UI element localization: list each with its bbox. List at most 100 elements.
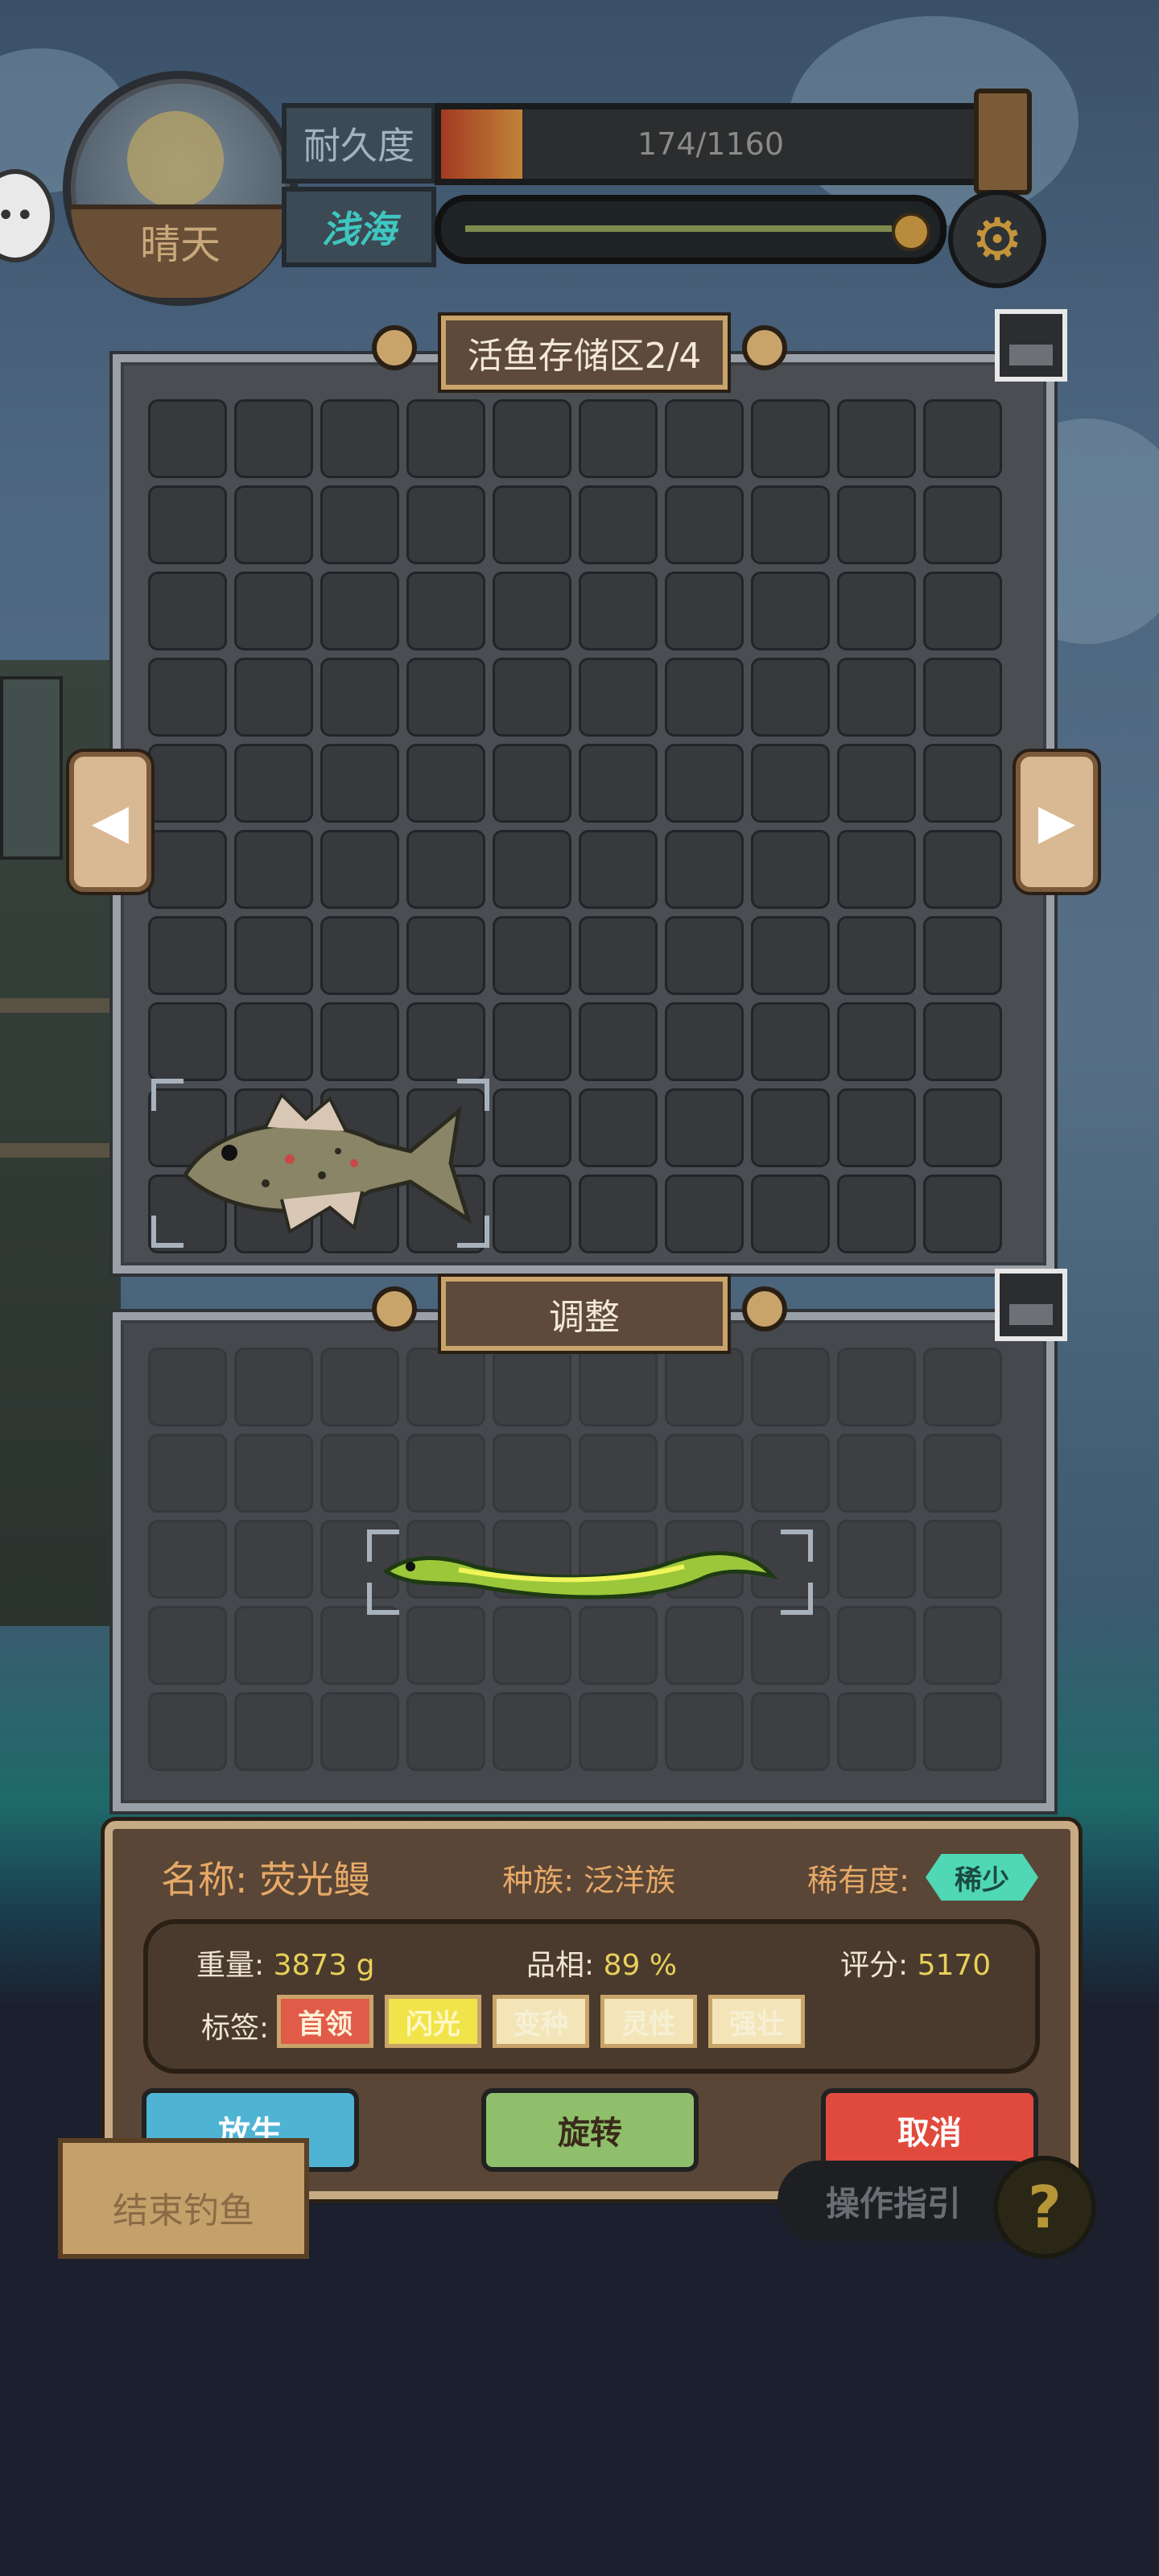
storage-cell[interactable]: [148, 399, 227, 478]
storage-cell[interactable]: [493, 485, 571, 564]
storage-cell[interactable]: [320, 658, 399, 737]
storage-cell[interactable]: [406, 830, 485, 909]
adjust-cell[interactable]: [320, 1434, 399, 1513]
adjust-cell[interactable]: [837, 1434, 916, 1513]
adjust-cell[interactable]: [234, 1434, 313, 1513]
storage-cell[interactable]: [751, 916, 830, 995]
storage-cell[interactable]: [751, 658, 830, 737]
adjust-cell[interactable]: [751, 1348, 830, 1426]
storage-cell[interactable]: [751, 572, 830, 650]
storage-cell[interactable]: [493, 1088, 571, 1167]
adjust-cell[interactable]: [665, 1606, 744, 1685]
storage-cell[interactable]: [837, 485, 916, 564]
storage-cell[interactable]: [837, 572, 916, 650]
storage-cell[interactable]: [837, 1088, 916, 1167]
storage-cell[interactable]: [751, 830, 830, 909]
adjust-cell[interactable]: [406, 1434, 485, 1513]
storage-cell[interactable]: [751, 1002, 830, 1081]
storage-cell[interactable]: [579, 830, 658, 909]
storage-cell[interactable]: [320, 1002, 399, 1081]
storage-cell[interactable]: [579, 572, 658, 650]
storage-cell[interactable]: [234, 830, 313, 909]
storage-cell[interactable]: [493, 572, 571, 650]
adjust-cell[interactable]: [579, 1348, 658, 1426]
storage-cell[interactable]: [579, 1174, 658, 1253]
cancel-button[interactable]: 取消: [821, 2088, 1038, 2172]
storage-cell[interactable]: [665, 744, 744, 823]
adjust-cell[interactable]: [751, 1692, 830, 1771]
storage-cell[interactable]: [234, 572, 313, 650]
adjust-cell[interactable]: [923, 1692, 1002, 1771]
storage-cell[interactable]: [923, 1174, 1002, 1253]
adjust-cell[interactable]: [148, 1692, 227, 1771]
adjust-cell[interactable]: [493, 1606, 571, 1685]
storage-cell[interactable]: [406, 744, 485, 823]
storage-cell[interactable]: [148, 658, 227, 737]
storage-cell[interactable]: [579, 658, 658, 737]
adjust-cell[interactable]: [751, 1606, 830, 1685]
storage-cell[interactable]: [923, 485, 1002, 564]
storage-cell[interactable]: [665, 1002, 744, 1081]
next-page-button[interactable]: ▶: [1016, 752, 1098, 892]
adjust-cell[interactable]: [234, 1606, 313, 1685]
end-fishing-button[interactable]: 结束钓鱼: [58, 2138, 309, 2259]
storage-cell[interactable]: [320, 572, 399, 650]
prev-page-button[interactable]: ◀: [69, 752, 151, 892]
adjust-cell[interactable]: [493, 1434, 571, 1513]
adjust-cell[interactable]: [923, 1434, 1002, 1513]
adjust-cell[interactable]: [493, 1692, 571, 1771]
storage-cell[interactable]: [579, 1002, 658, 1081]
adjust-cell[interactable]: [579, 1606, 658, 1685]
storage-cell[interactable]: [837, 1002, 916, 1081]
storage-cell[interactable]: [493, 916, 571, 995]
adjust-cell[interactable]: [406, 1692, 485, 1771]
storage-cell[interactable]: [923, 399, 1002, 478]
storage-cell[interactable]: [493, 658, 571, 737]
adjust-cell[interactable]: [837, 1520, 916, 1599]
adjust-cell[interactable]: [320, 1348, 399, 1426]
storage-cell[interactable]: [837, 658, 916, 737]
storage-cell[interactable]: [923, 830, 1002, 909]
storage-cell[interactable]: [579, 485, 658, 564]
adjust-cell[interactable]: [579, 1692, 658, 1771]
adjust-cell[interactable]: [665, 1348, 744, 1426]
storage-cell[interactable]: [234, 916, 313, 995]
storage-cell[interactable]: [406, 485, 485, 564]
storage-toggle-button[interactable]: [995, 309, 1067, 382]
storage-cell[interactable]: [751, 1088, 830, 1167]
storage-cell[interactable]: [665, 830, 744, 909]
storage-cell[interactable]: [148, 830, 227, 909]
adjust-cell[interactable]: [665, 1434, 744, 1513]
storage-cell[interactable]: [837, 1174, 916, 1253]
storage-cell[interactable]: [923, 572, 1002, 650]
storage-cell[interactable]: [406, 1002, 485, 1081]
storage-cell[interactable]: [493, 830, 571, 909]
adjust-cell[interactable]: [923, 1606, 1002, 1685]
adjust-cell[interactable]: [320, 1606, 399, 1685]
storage-cell[interactable]: [837, 916, 916, 995]
storage-cell[interactable]: [320, 485, 399, 564]
adjust-cell[interactable]: [148, 1606, 227, 1685]
adjust-cell[interactable]: [320, 1692, 399, 1771]
storage-cell[interactable]: [320, 916, 399, 995]
adjust-cell[interactable]: [234, 1348, 313, 1426]
adjust-cell[interactable]: [493, 1348, 571, 1426]
storage-cell[interactable]: [665, 1088, 744, 1167]
adjust-cell[interactable]: [923, 1520, 1002, 1599]
storage-cell[interactable]: [406, 399, 485, 478]
storage-cell[interactable]: [234, 744, 313, 823]
storage-cell[interactable]: [923, 744, 1002, 823]
storage-cell[interactable]: [923, 1002, 1002, 1081]
storage-cell[interactable]: [579, 399, 658, 478]
storage-cell[interactable]: [493, 744, 571, 823]
glowing-eel-icon[interactable]: [378, 1531, 781, 1612]
storage-cell[interactable]: [234, 658, 313, 737]
storage-cell[interactable]: [148, 485, 227, 564]
storage-cell[interactable]: [751, 744, 830, 823]
adjust-cell[interactable]: [406, 1348, 485, 1426]
gear-icon[interactable]: ⚙: [948, 190, 1046, 288]
storage-cell[interactable]: [665, 485, 744, 564]
adjust-toggle-button[interactable]: [995, 1269, 1067, 1341]
storage-cell[interactable]: [665, 1174, 744, 1253]
adjust-cell[interactable]: [148, 1434, 227, 1513]
